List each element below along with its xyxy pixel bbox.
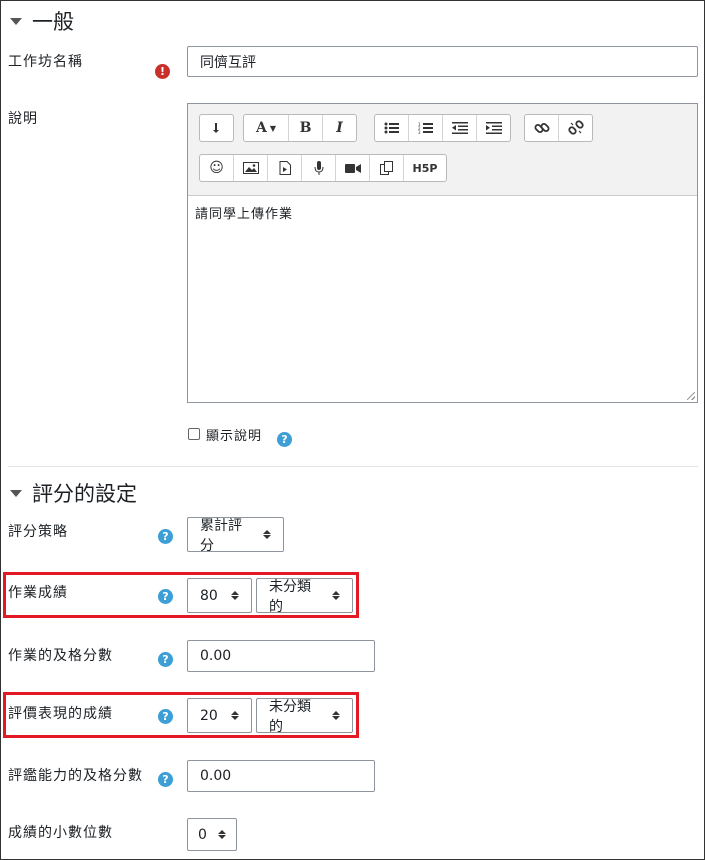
submission-grade-label: 作業成績 <box>8 585 68 601</box>
select-arrows-icon <box>231 591 239 600</box>
grading-strategy-label: 評分策略 <box>8 524 68 540</box>
assessment-grade-label: 評價表現的成績 <box>8 706 113 722</box>
help-icon[interactable]: ? <box>158 529 173 544</box>
video-camera-icon[interactable] <box>336 155 370 181</box>
select-arrows-icon <box>332 711 340 720</box>
toolbar-group-format: A ▼ B I <box>243 114 357 142</box>
help-icon[interactable]: ? <box>277 432 292 447</box>
toolbar-group-links <box>524 114 593 142</box>
image-icon[interactable] <box>234 155 268 181</box>
section-general-title: 一般 <box>32 10 74 34</box>
toolbar-toggle-icon[interactable] <box>200 115 233 141</box>
indent-icon[interactable] <box>477 115 510 141</box>
assessment-category-value: 未分類的 <box>269 698 311 735</box>
submission-category-select[interactable]: 未分類的 <box>256 578 353 615</box>
editor-toolbar: A ▼ B I 123 ☺ H5P <box>188 104 697 196</box>
decimals-label: 成績的小數位數 <box>8 825 113 841</box>
select-arrows-icon <box>231 711 239 720</box>
submission-pass-value: 0.00 <box>200 648 232 664</box>
assessment-grade-select[interactable]: 20 <box>187 698 252 733</box>
section-divider <box>8 466 698 467</box>
assessment-pass-value: 0.00 <box>200 768 232 784</box>
submission-category-value: 未分類的 <box>269 578 311 615</box>
media-file-icon[interactable] <box>268 155 302 181</box>
show-description-checkbox[interactable] <box>188 428 200 440</box>
unlink-icon[interactable] <box>559 115 592 141</box>
numbered-list-icon[interactable]: 123 <box>409 115 443 141</box>
link-icon[interactable] <box>525 115 559 141</box>
emoji-icon[interactable]: ☺ <box>200 155 234 181</box>
decimals-select[interactable]: 0 <box>187 818 237 851</box>
italic-icon[interactable]: I <box>323 115 356 141</box>
submission-grade-value: 80 <box>200 587 218 604</box>
toolbar-group-toggle <box>199 114 234 142</box>
description-label: 說明 <box>8 111 38 127</box>
font-style-icon[interactable]: A ▼ <box>244 115 289 141</box>
h5p-icon[interactable]: H5P <box>404 155 446 181</box>
select-arrows-icon <box>263 530 271 539</box>
submission-grade-select[interactable]: 80 <box>187 578 252 613</box>
manage-files-icon[interactable] <box>370 155 404 181</box>
assessment-pass-input[interactable]: 0.00 <box>187 760 375 792</box>
collapse-caret-icon[interactable] <box>10 17 22 25</box>
bullet-list-icon[interactable] <box>375 115 409 141</box>
toolbar-group-media: ☺ H5P <box>199 154 447 182</box>
workshop-name-input[interactable]: 同儕互評 <box>187 46 698 77</box>
help-icon[interactable]: ? <box>158 772 173 787</box>
assessment-category-select[interactable]: 未分類的 <box>256 698 353 735</box>
section-grading-title: 評分的設定 <box>32 482 137 506</box>
decimals-value: 0 <box>198 826 207 843</box>
grading-strategy-value: 累計評分 <box>200 517 242 554</box>
show-description-label: 顯示說明 <box>206 429 263 444</box>
toolbar-group-lists: 123 <box>374 114 511 142</box>
microphone-icon[interactable] <box>302 155 336 181</box>
help-icon[interactable]: ? <box>158 589 173 604</box>
collapse-caret-icon[interactable] <box>10 489 22 497</box>
select-arrows-icon <box>218 830 226 839</box>
description-editor[interactable]: A ▼ B I 123 ☺ H5P 請同學上傳作業 <box>187 103 698 403</box>
workshop-name-label: 工作坊名稱 <box>8 54 83 70</box>
help-icon[interactable]: ? <box>158 709 173 724</box>
select-arrows-icon <box>332 591 340 600</box>
grading-strategy-select[interactable]: 累計評分 <box>187 517 284 554</box>
resize-handle-icon[interactable] <box>687 392 695 400</box>
workshop-name-value: 同儕互評 <box>200 54 256 71</box>
section-grading-header[interactable]: 評分的設定 <box>10 478 137 508</box>
assessment-pass-label: 評鑑能力的及格分數 <box>8 768 143 784</box>
section-general-header[interactable]: 一般 <box>10 6 74 36</box>
submission-pass-input[interactable]: 0.00 <box>187 640 375 672</box>
help-icon[interactable]: ? <box>158 652 173 667</box>
bold-icon[interactable]: B <box>289 115 323 141</box>
description-content[interactable]: 請同學上傳作業 <box>195 203 293 222</box>
outdent-icon[interactable] <box>443 115 477 141</box>
assessment-grade-value: 20 <box>200 707 218 724</box>
required-icon: ! <box>155 64 170 79</box>
submission-pass-label: 作業的及格分數 <box>8 648 113 664</box>
svg-text:3: 3 <box>418 130 421 134</box>
